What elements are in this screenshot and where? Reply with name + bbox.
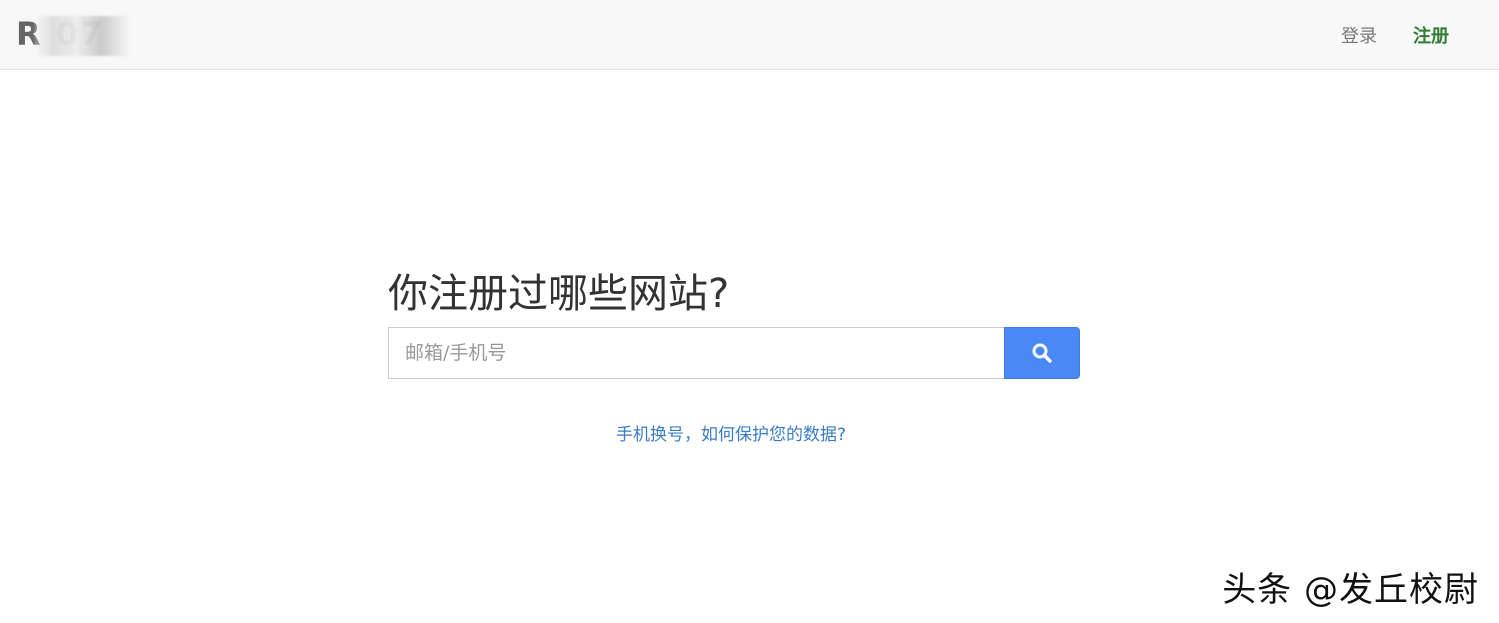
login-link[interactable]: 登录 — [1341, 22, 1377, 48]
search-icon — [1031, 342, 1053, 364]
search-button[interactable] — [1004, 327, 1080, 379]
logo-blur-mask — [34, 16, 130, 56]
help-link[interactable]: 手机换号，如何保护您的数据? — [0, 420, 1462, 445]
search-input[interactable] — [388, 327, 1004, 379]
register-link[interactable]: 注册 — [1413, 22, 1449, 48]
watermark: 头条 @发丘校尉 — [1222, 570, 1479, 610]
search-form — [388, 327, 1080, 379]
page-title: 你注册过哪些网站? — [388, 271, 730, 317]
site-logo[interactable]: R 07 — [16, 14, 156, 56]
nav-links: 登录 注册 — [1341, 0, 1499, 70]
navbar: R 07 登录 注册 — [0, 0, 1499, 70]
